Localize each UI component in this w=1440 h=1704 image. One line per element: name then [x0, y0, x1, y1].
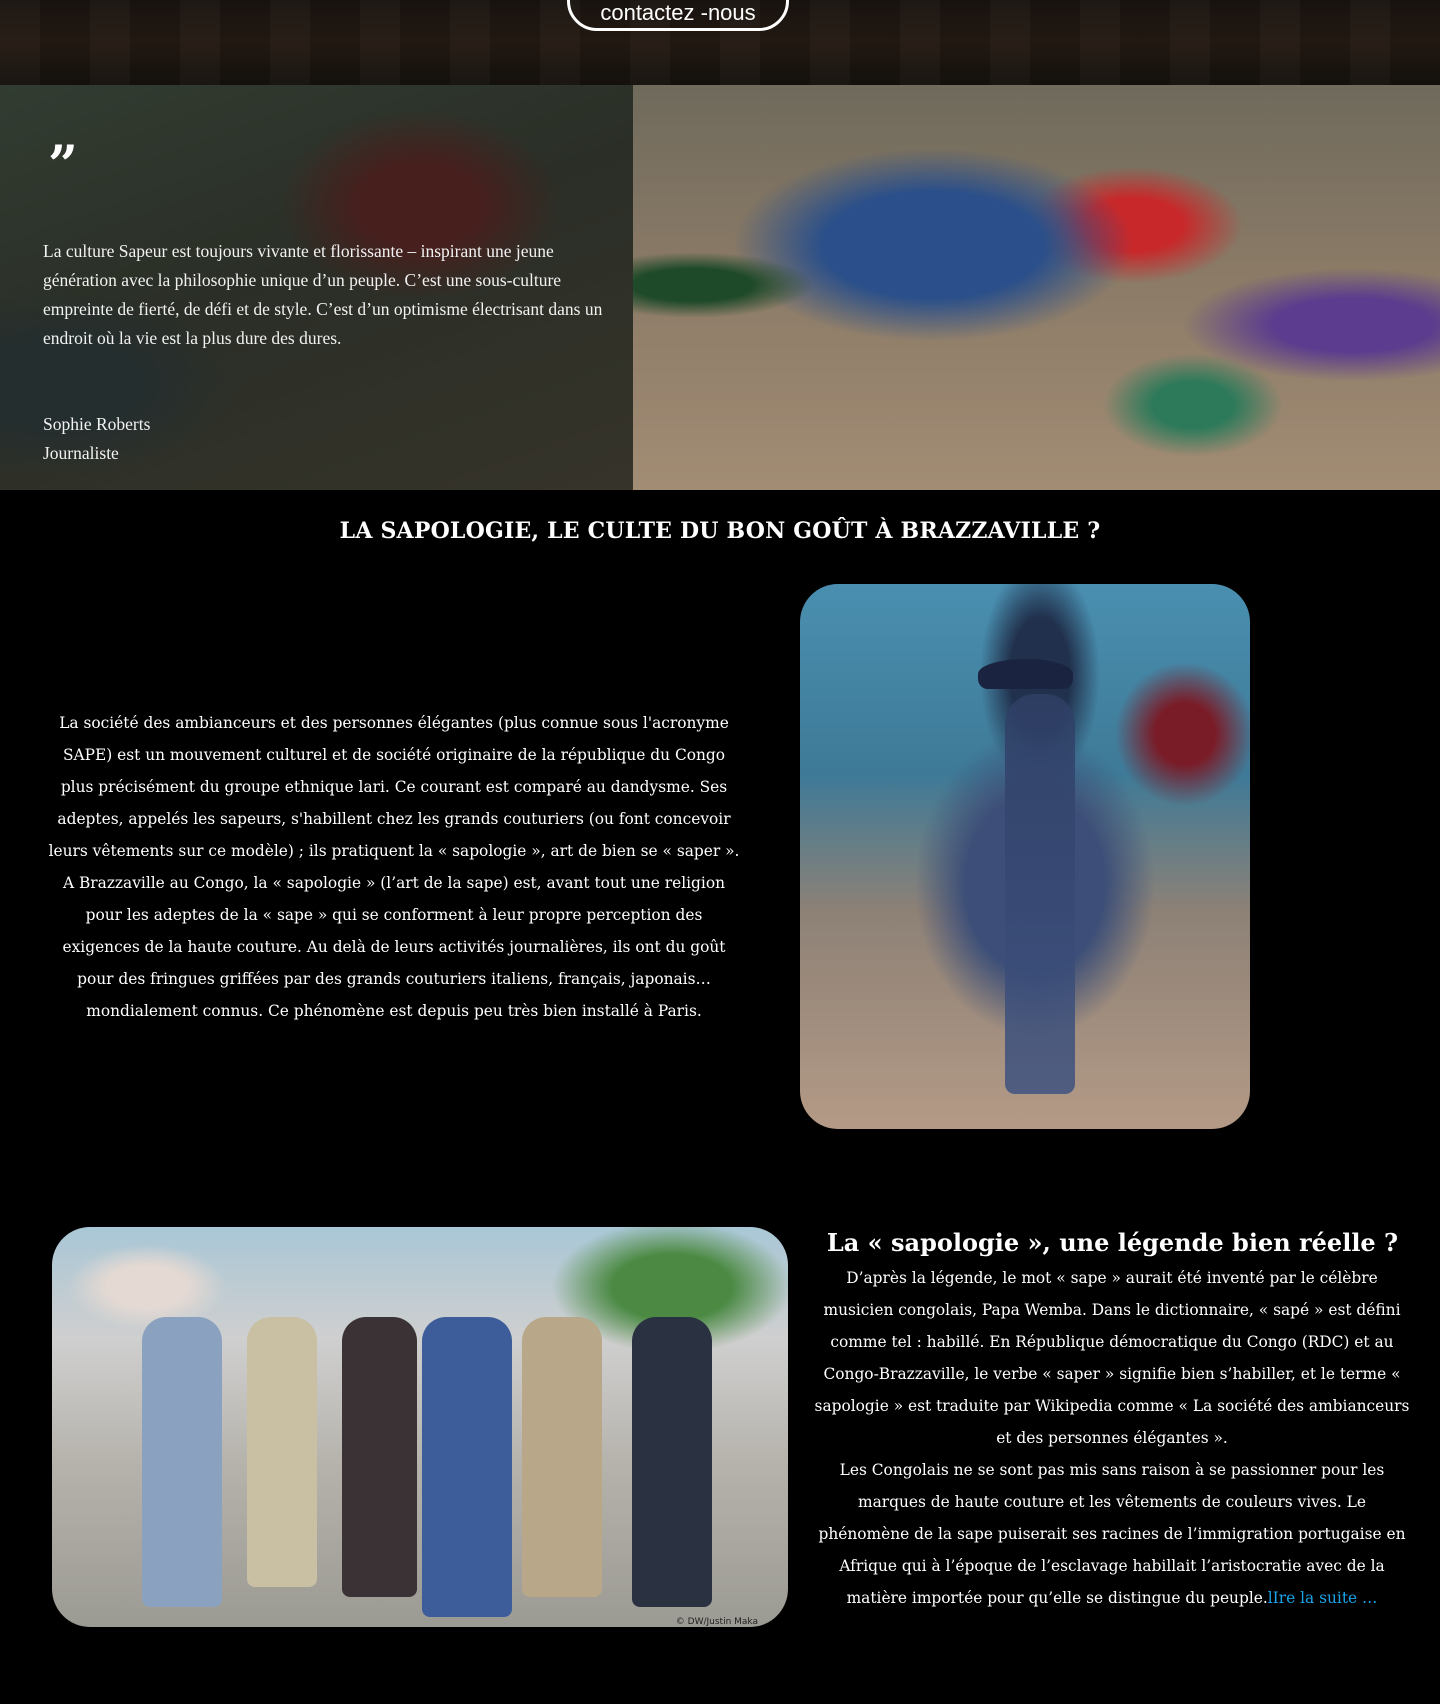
quote-author: Sophie Roberts Journaliste — [43, 410, 150, 468]
photo-sapeur-union-jack-tie — [800, 584, 1250, 1129]
author-name: Sophie Roberts — [43, 414, 151, 434]
author-role: Journaliste — [43, 443, 119, 463]
hero-quote-section: ” La culture Sapeur est toujours vivante… — [0, 85, 1440, 490]
hero-photo-sapeurs-street — [633, 85, 1440, 490]
photo-figure-shape — [522, 1317, 602, 1597]
intro-text-block: La société des ambianceurs et des person… — [48, 707, 740, 1027]
photo-sapeurs-group-walking: © DW/Justin Maka — [52, 1227, 788, 1627]
section-title: LA SAPOLOGIE, LE CULTE DU BON GOÛT À BRA… — [339, 518, 1101, 544]
quote-text: La culture Sapeur est toujours vivante e… — [43, 241, 603, 348]
photo-figure-shape — [247, 1317, 317, 1587]
photo-figure-shape — [632, 1317, 712, 1607]
quote-mark-icon: ” — [48, 135, 78, 196]
intro-paragraph-2: A Brazzaville au Congo, la « sapologie »… — [62, 874, 726, 1020]
legend-text-block: D’après la légende, le mot « sape » aura… — [812, 1262, 1412, 1614]
legend-paragraph-1: D’après la légende, le mot « sape » aura… — [814, 1269, 1410, 1447]
read-more-link[interactable]: lIre la suite … — [1268, 1589, 1378, 1607]
top-banner: contactez -nous — [0, 0, 1440, 85]
photo-figure-shape — [342, 1317, 417, 1597]
legend-paragraph-2: Les Congolais ne se sont pas mis sans ra… — [812, 1454, 1412, 1614]
legend-title: La « sapologie », une légende bien réell… — [826, 1228, 1399, 1257]
photo-credit: © DW/Justin Maka — [675, 1617, 758, 1627]
contact-button[interactable]: contactez -nous — [567, 0, 789, 31]
photo-figure-shape — [142, 1317, 222, 1607]
photo-hat-shape — [978, 659, 1073, 689]
legend-paragraph-2-text: Les Congolais ne se sont pas mis sans ra… — [818, 1461, 1406, 1607]
photo-figure-shape — [422, 1317, 512, 1617]
intro-paragraph-1: La société des ambianceurs et des person… — [48, 714, 740, 860]
photo-figure-shape — [1005, 694, 1075, 1094]
